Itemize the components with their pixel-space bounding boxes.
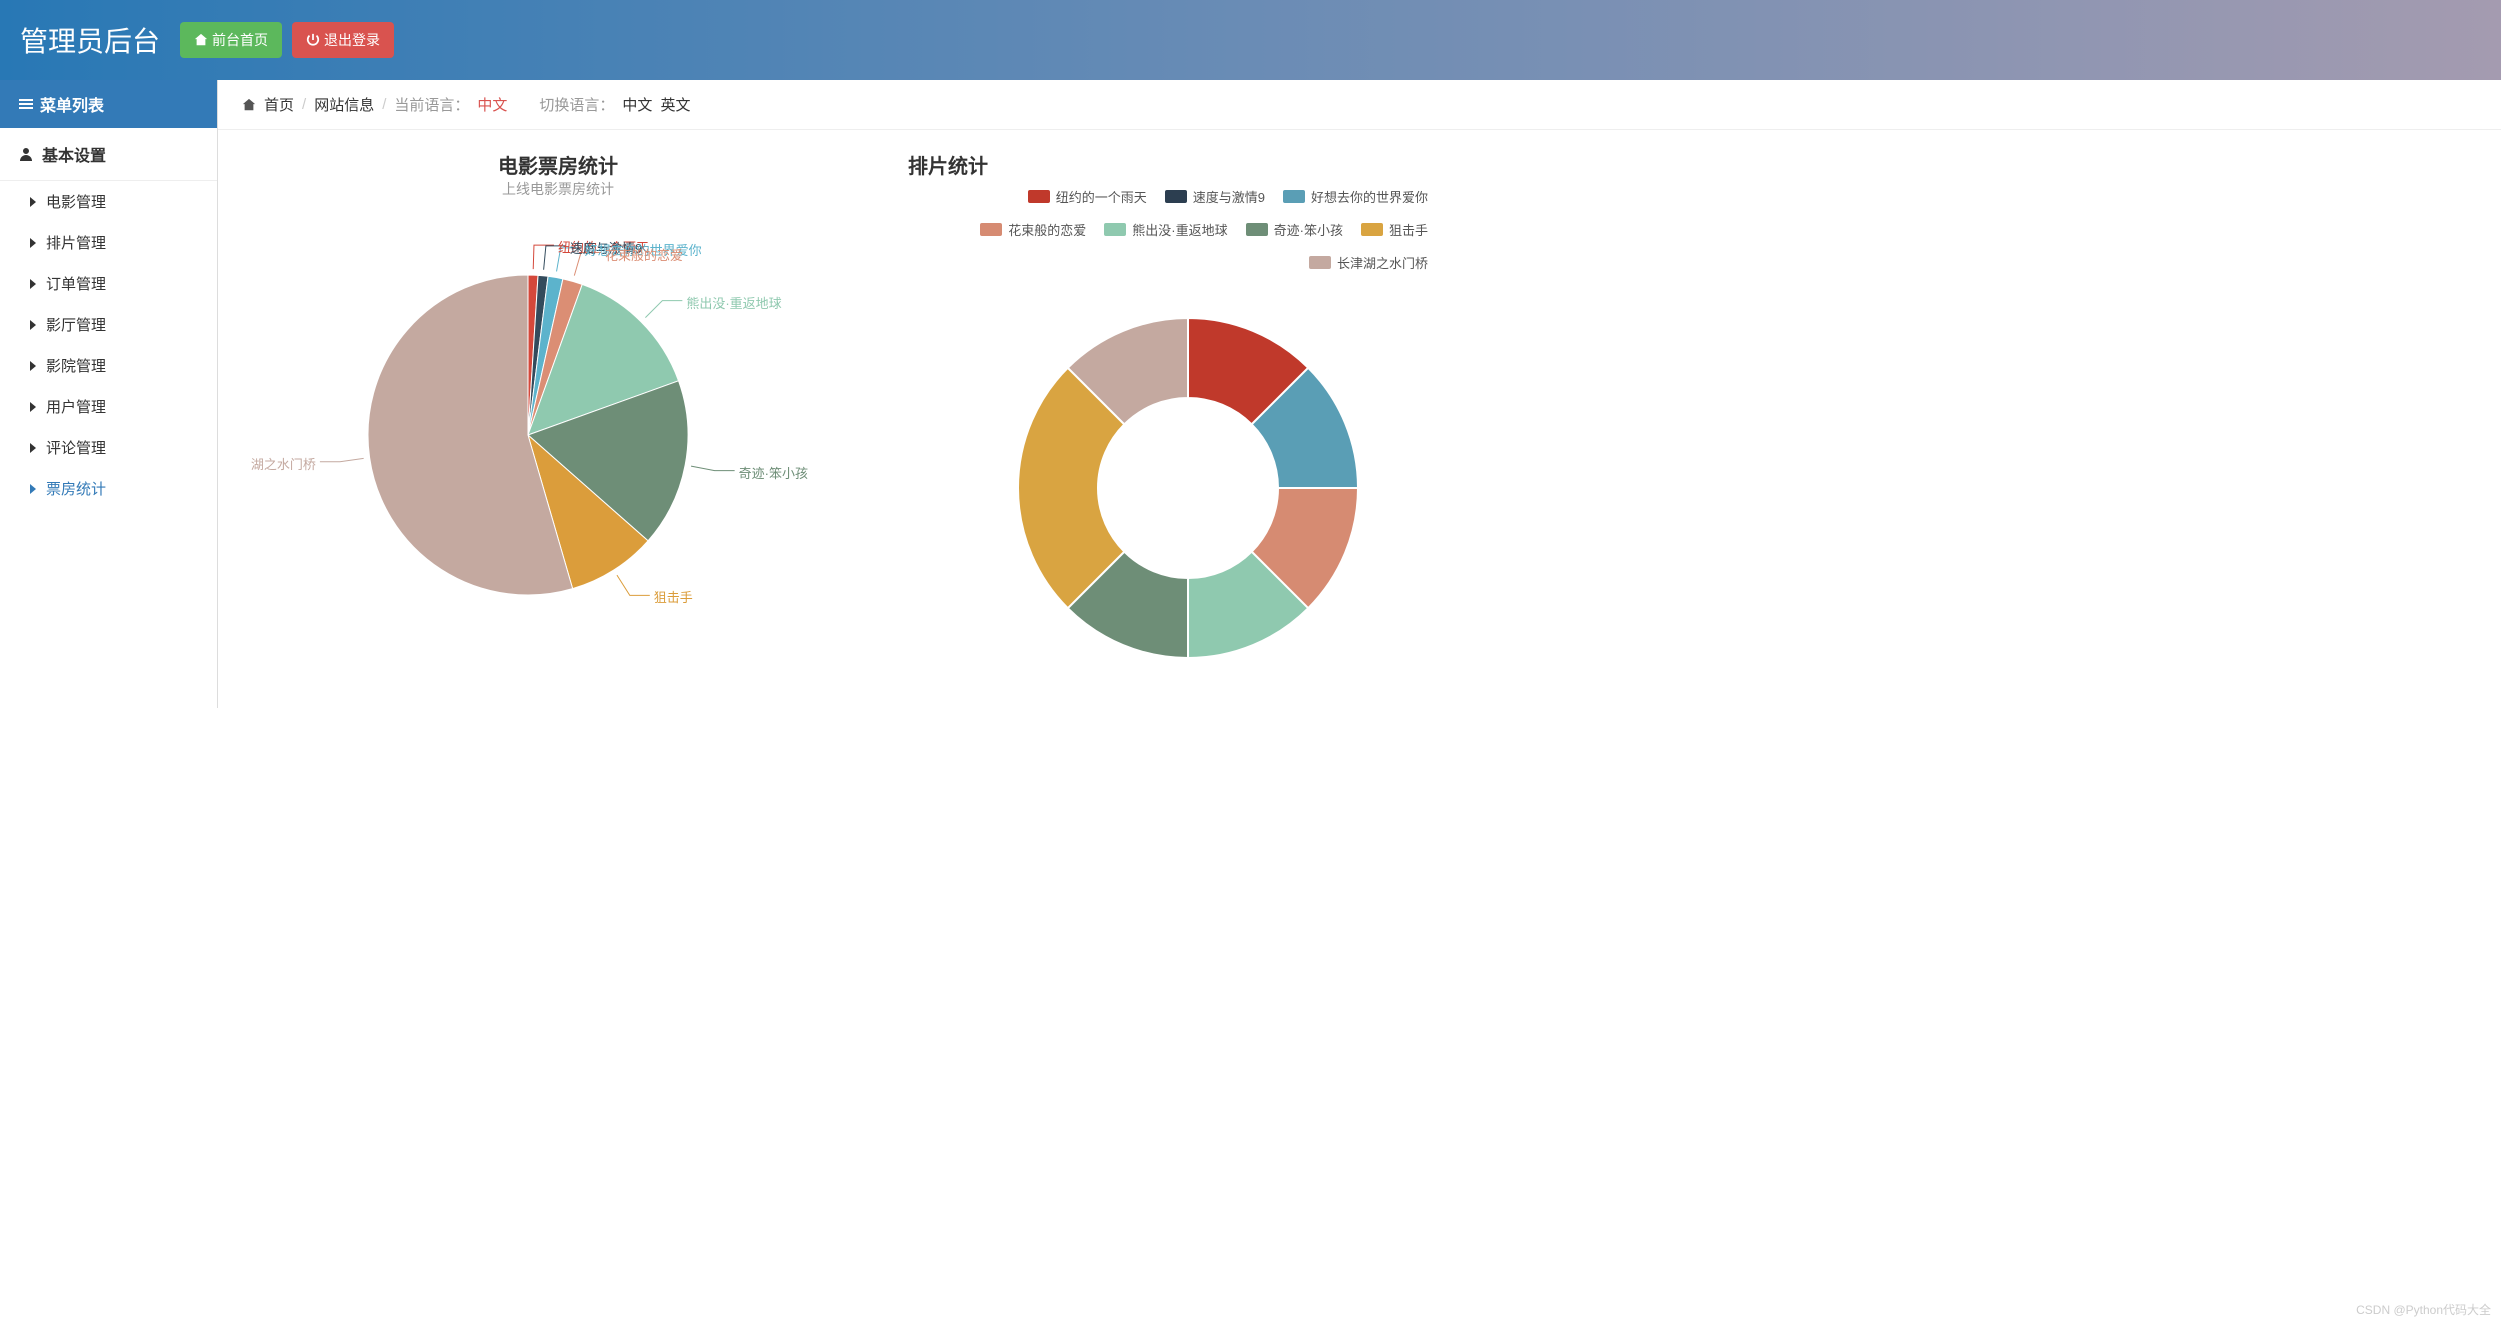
legend-item[interactable]: 花束般的恋爱 [980, 220, 1086, 239]
sidebar-item-3[interactable]: 影厅管理 [0, 304, 217, 345]
sidebar-item-label: 影厅管理 [46, 314, 106, 335]
legend-swatch [1028, 190, 1050, 203]
legend-swatch [1309, 256, 1331, 269]
user-icon [18, 146, 34, 162]
legend-swatch [1246, 223, 1268, 236]
main-content: 首页 / 网站信息 / 当前语言： 中文 切换语言： 中文 英文 电影票房统计 … [218, 80, 2501, 708]
sidebar-item-4[interactable]: 影院管理 [0, 345, 217, 386]
legend-item[interactable]: 长津湖之水门桥 [1309, 253, 1428, 272]
legend-item[interactable]: 纽约的一个雨天 [1028, 187, 1147, 206]
home-icon [194, 33, 208, 47]
legend-label: 速度与激情9 [1193, 187, 1265, 206]
caret-icon [30, 238, 36, 248]
sidebar-item-label: 电影管理 [46, 191, 106, 212]
caret-icon [30, 484, 36, 494]
sidebar-item-5[interactable]: 用户管理 [0, 386, 217, 427]
breadcrumb-page: 网站信息 [314, 94, 374, 115]
breadcrumb-sep: / [382, 96, 386, 113]
breadcrumb-home-icon [242, 98, 256, 112]
sidebar-item-6[interactable]: 评论管理 [0, 427, 217, 468]
legend-item[interactable]: 速度与激情9 [1165, 187, 1265, 206]
current-lang-value: 中文 [477, 94, 507, 115]
lang-link-en[interactable]: 英文 [660, 94, 690, 115]
legend-label: 花束般的恋爱 [1008, 220, 1086, 239]
legend-label: 长津湖之水门桥 [1337, 253, 1428, 272]
top-header: 管理员后台 前台首页 退出登录 [0, 0, 2501, 80]
switch-lang-label: 切换语言： [539, 94, 614, 115]
sidebar-menu-header: 菜单列表 [0, 80, 217, 128]
legend-item[interactable]: 奇迹·笨小孩 [1246, 220, 1343, 239]
donut-chart-svg [988, 288, 1388, 688]
breadcrumb: 首页 / 网站信息 / 当前语言： 中文 切换语言： 中文 英文 [218, 80, 2501, 130]
chart-legend: 纽约的一个雨天 速度与激情9 好想去你的世界爱你花束般的恋爱 熊出没·重返地球 奇迹·笨… [908, 187, 1428, 272]
power-icon [306, 33, 320, 47]
chart-title-2: 排片统计 [908, 150, 1468, 179]
sidebar-section-basic[interactable]: 基本设置 [0, 128, 217, 181]
sidebar-item-label: 评论管理 [46, 437, 106, 458]
app-title: 管理员后台 [20, 20, 160, 60]
frontend-home-button[interactable]: 前台首页 [180, 22, 282, 58]
sidebar: 菜单列表 基本设置 电影管理排片管理订单管理影厅管理影院管理用户管理评论管理票房… [0, 80, 218, 708]
legend-item[interactable]: 狙击手 [1361, 220, 1428, 239]
caret-icon [30, 320, 36, 330]
legend-label: 狙击手 [1389, 220, 1428, 239]
sidebar-item-7[interactable]: 票房统计 [0, 468, 217, 509]
list-icon [18, 96, 34, 112]
chart-title-1: 电影票房统计 [248, 150, 868, 179]
frontend-home-label: 前台首页 [212, 30, 268, 50]
sidebar-item-label: 用户管理 [46, 396, 106, 417]
sidebar-item-2[interactable]: 订单管理 [0, 263, 217, 304]
caret-icon [30, 197, 36, 207]
caret-icon [30, 402, 36, 412]
legend-label: 纽约的一个雨天 [1056, 187, 1147, 206]
legend-swatch [1104, 223, 1126, 236]
legend-item[interactable]: 熊出没·重返地球 [1104, 220, 1227, 239]
breadcrumb-sep: / [302, 96, 306, 113]
sidebar-menu-title: 菜单列表 [40, 92, 104, 116]
caret-icon [30, 361, 36, 371]
breadcrumb-home[interactable]: 首页 [264, 94, 294, 115]
legend-item[interactable]: 好想去你的世界爱你 [1283, 187, 1428, 206]
watermark: CSDN @Python代码大全 [2356, 1301, 2491, 1318]
sidebar-section-label: 基本设置 [42, 142, 106, 166]
logout-button[interactable]: 退出登录 [292, 22, 394, 58]
sidebar-item-label: 影院管理 [46, 355, 106, 376]
legend-swatch [980, 223, 1002, 236]
legend-label: 奇迹·笨小孩 [1274, 220, 1343, 239]
sidebar-item-1[interactable]: 排片管理 [0, 222, 217, 263]
caret-icon [30, 279, 36, 289]
current-lang-label: 当前语言： [394, 94, 469, 115]
sidebar-item-label: 排片管理 [46, 232, 106, 253]
chart-schedule: 排片统计 纽约的一个雨天 速度与激情9 好想去你的世界爱你花束般的恋爱 熊出没·重返地… [908, 150, 1468, 688]
sidebar-item-label: 票房统计 [46, 478, 106, 499]
legend-label: 熊出没·重返地球 [1132, 220, 1227, 239]
legend-label: 好想去你的世界爱你 [1311, 187, 1428, 206]
caret-icon [30, 443, 36, 453]
lang-link-zh[interactable]: 中文 [622, 94, 652, 115]
sidebar-item-label: 订单管理 [46, 273, 106, 294]
sidebar-item-0[interactable]: 电影管理 [0, 181, 217, 222]
pie-chart-svg [248, 205, 868, 625]
chart-box-office: 电影票房统计 上线电影票房统计 纽约的一个雨天速度与激情9好想去你的世界爱你花束… [248, 150, 868, 688]
chart-subtitle-1: 上线电影票房统计 [248, 179, 868, 199]
logout-label: 退出登录 [324, 30, 380, 50]
legend-swatch [1361, 223, 1383, 236]
legend-swatch [1165, 190, 1187, 203]
legend-swatch [1283, 190, 1305, 203]
